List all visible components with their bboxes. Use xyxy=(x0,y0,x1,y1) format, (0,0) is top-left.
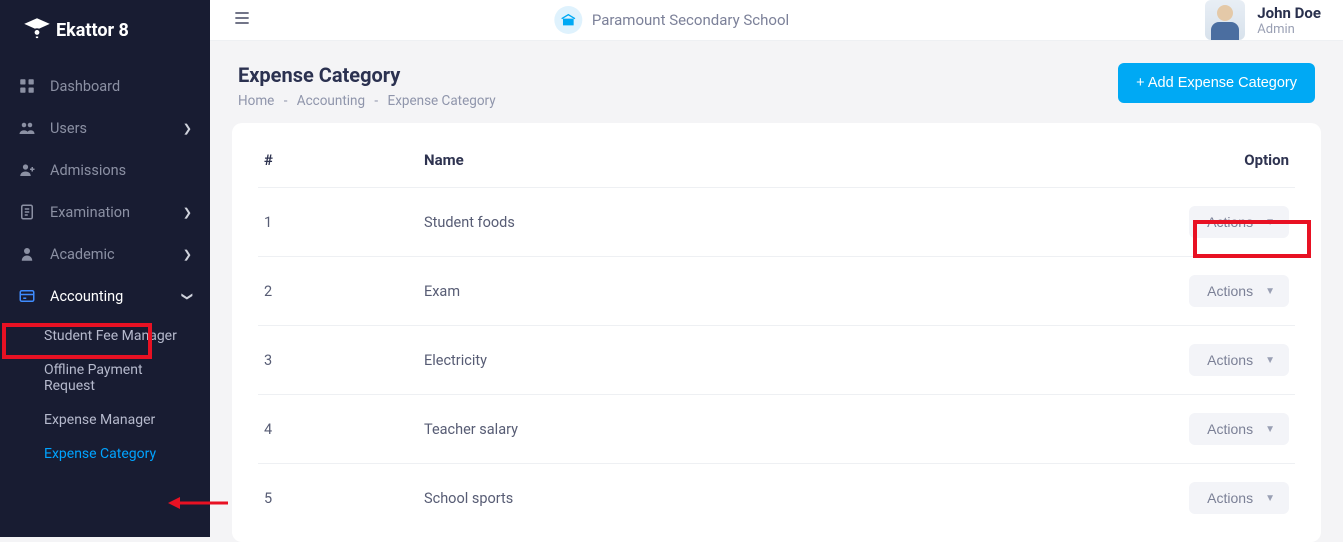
add-expense-category-button[interactable]: + Add Expense Category xyxy=(1118,63,1315,103)
actions-button[interactable]: Actions ▼ xyxy=(1189,275,1289,307)
users-icon xyxy=(18,119,36,137)
sidebar-item-admissions[interactable]: Admissions xyxy=(0,149,210,191)
admissions-icon xyxy=(18,161,36,179)
brand-icon xyxy=(28,22,46,40)
accounting-icon xyxy=(18,287,36,305)
cell-option: Actions ▼ xyxy=(1135,257,1295,326)
sidebar-item-users[interactable]: Users ❯ xyxy=(0,107,210,149)
cell-num: 2 xyxy=(258,257,418,326)
sidebar-item-academic[interactable]: Academic ❯ xyxy=(0,233,210,275)
sidebar-item-dashboard[interactable]: Dashboard xyxy=(0,65,210,107)
actions-label: Actions xyxy=(1207,283,1253,299)
subnav-student-fee-manager[interactable]: Student Fee Manager xyxy=(0,319,210,353)
table-row: 1Student foods Actions ▼ xyxy=(258,188,1295,257)
hamburger-icon[interactable] xyxy=(232,8,252,32)
academic-icon xyxy=(18,245,36,263)
cell-num: 3 xyxy=(258,326,418,395)
subnav-offline-payment-request[interactable]: Offline Payment Request xyxy=(0,353,210,403)
sidebar-item-label: Accounting xyxy=(50,288,123,305)
col-num: # xyxy=(258,137,418,188)
cell-num: 1 xyxy=(258,188,418,257)
user-name: John Doe xyxy=(1257,4,1321,22)
caret-down-icon: ▼ xyxy=(1265,424,1275,435)
actions-label: Actions xyxy=(1207,421,1253,437)
subnav-expense-category[interactable]: Expense Category xyxy=(0,437,210,471)
table-row: 4Teacher salary Actions ▼ xyxy=(258,395,1295,464)
school-icon xyxy=(554,6,582,34)
user-menu[interactable]: John Doe Admin xyxy=(1205,0,1321,40)
cell-num: 4 xyxy=(258,395,418,464)
actions-button[interactable]: Actions ▼ xyxy=(1189,344,1289,376)
sidebar-item-label: Examination xyxy=(50,204,130,221)
main-area: Paramount Secondary School John Doe Admi… xyxy=(210,0,1343,537)
cell-option: Actions ▼ xyxy=(1135,326,1295,395)
breadcrumb-sep: - xyxy=(374,93,378,109)
topbar: Paramount Secondary School John Doe Admi… xyxy=(210,0,1343,41)
chevron-right-icon: ❯ xyxy=(183,122,192,135)
cell-name: Student foods xyxy=(418,188,1135,257)
col-name: Name xyxy=(418,137,1135,188)
sidebar-item-label: Academic xyxy=(50,246,115,263)
actions-label: Actions xyxy=(1207,214,1253,230)
table-row: 3Electricity Actions ▼ xyxy=(258,326,1295,395)
chevron-right-icon: ❯ xyxy=(183,248,192,261)
table-card: # Name Option 1Student foodsActions▼2Exa… xyxy=(232,123,1321,542)
page-title: Expense Category xyxy=(238,63,496,87)
accounting-subnav: Student Fee Manager Offline Payment Requ… xyxy=(0,317,210,475)
sidebar-item-accounting[interactable]: Accounting ❯ xyxy=(0,275,210,317)
cell-option: Actions ▼ xyxy=(1135,464,1295,533)
table-row: 5School sports Actions ▼ xyxy=(258,464,1295,533)
actions-button[interactable]: Actions ▼ xyxy=(1189,413,1289,445)
dashboard-icon xyxy=(18,77,36,95)
caret-down-icon: ▼ xyxy=(1265,286,1275,297)
cell-name: Electricity xyxy=(418,326,1135,395)
breadcrumb-item[interactable]: Accounting xyxy=(297,93,365,109)
cell-num: 5 xyxy=(258,464,418,533)
sidebar-item-label: Dashboard xyxy=(50,78,120,95)
chevron-right-icon: ❯ xyxy=(183,206,192,219)
cell-option: Actions ▼ xyxy=(1135,188,1295,257)
breadcrumb-item[interactable]: Expense Category xyxy=(388,93,496,109)
sidebar-item-label: Admissions xyxy=(50,162,126,179)
breadcrumb-item[interactable]: Home xyxy=(238,93,274,109)
col-option: Option xyxy=(1135,137,1295,188)
sidebar-item-examination[interactable]: Examination ❯ xyxy=(0,191,210,233)
table-row: 2Exam Actions ▼ xyxy=(258,257,1295,326)
expense-category-table: # Name Option 1Student foodsActions▼2Exa… xyxy=(258,137,1295,532)
sidebar-item-label: Users xyxy=(50,120,87,137)
brand-name: Ekattor 8 xyxy=(56,20,129,41)
cell-name: School sports xyxy=(418,464,1135,533)
school-selector[interactable]: Paramount Secondary School xyxy=(554,6,789,34)
subnav-expense-manager[interactable]: Expense Manager xyxy=(0,403,210,437)
examination-icon xyxy=(18,203,36,221)
avatar xyxy=(1205,0,1245,40)
actions-button[interactable]: Actions ▼ xyxy=(1189,482,1289,514)
cell-option: Actions ▼ xyxy=(1135,395,1295,464)
caret-down-icon: ▼ xyxy=(1265,493,1275,504)
cell-name: Teacher salary xyxy=(418,395,1135,464)
breadcrumb: Home - Accounting - Expense Category xyxy=(238,93,496,109)
cell-name: Exam xyxy=(418,257,1135,326)
actions-label: Actions xyxy=(1207,352,1253,368)
caret-down-icon: ▼ xyxy=(1265,355,1275,366)
sidebar-nav: Dashboard Users ❯ Admissions Examinatio xyxy=(0,65,210,317)
caret-down-icon: ▼ xyxy=(1265,217,1275,228)
actions-label: Actions xyxy=(1207,490,1253,506)
page-header: Expense Category Home - Accounting - Exp… xyxy=(210,41,1343,123)
actions-button[interactable]: Actions ▼ xyxy=(1189,206,1289,238)
chevron-down-icon: ❯ xyxy=(181,291,194,300)
breadcrumb-sep: - xyxy=(284,93,288,109)
sidebar: Ekattor 8 Dashboard Users ❯ Admissi xyxy=(0,0,210,537)
user-role: Admin xyxy=(1257,22,1321,37)
school-name: Paramount Secondary School xyxy=(592,11,789,29)
brand-logo[interactable]: Ekattor 8 xyxy=(0,14,210,65)
